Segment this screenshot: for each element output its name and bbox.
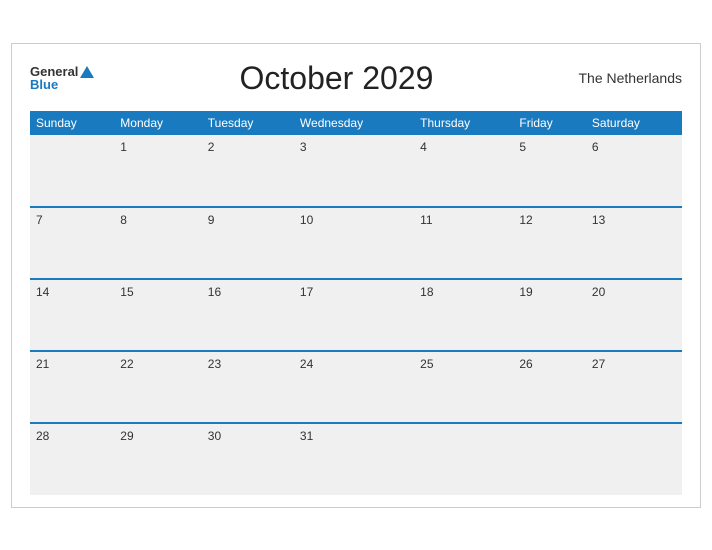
calendar-week-row: 78910111213 [30,207,682,279]
day-header-thursday: Thursday [414,111,513,135]
calendar-day-cell: 13 [586,207,682,279]
day-header-monday: Monday [114,111,202,135]
calendar-day-cell: 2 [202,135,294,207]
calendar-week-row: 14151617181920 [30,279,682,351]
calendar-day-cell: 6 [586,135,682,207]
calendar-day-cell: 31 [294,423,414,495]
calendar-day-cell: 30 [202,423,294,495]
calendar-day-cell [30,135,114,207]
calendar-day-cell: 27 [586,351,682,423]
calendar-day-cell [513,423,586,495]
day-header-saturday: Saturday [586,111,682,135]
calendar-day-cell: 7 [30,207,114,279]
calendar-day-cell: 8 [114,207,202,279]
calendar-day-cell: 26 [513,351,586,423]
calendar-day-cell: 19 [513,279,586,351]
calendar-day-cell: 18 [414,279,513,351]
calendar-day-cell: 24 [294,351,414,423]
calendar-day-cell: 10 [294,207,414,279]
calendar-grid: SundayMondayTuesdayWednesdayThursdayFrid… [30,111,682,495]
calendar-thead: SundayMondayTuesdayWednesdayThursdayFrid… [30,111,682,135]
logo: General Blue [30,65,94,91]
calendar-header-row: SundayMondayTuesdayWednesdayThursdayFrid… [30,111,682,135]
calendar-day-cell: 20 [586,279,682,351]
calendar-day-cell: 17 [294,279,414,351]
calendar-week-row: 21222324252627 [30,351,682,423]
calendar-day-cell: 16 [202,279,294,351]
calendar-day-cell: 1 [114,135,202,207]
calendar-day-cell: 21 [30,351,114,423]
day-header-wednesday: Wednesday [294,111,414,135]
calendar-wrapper: General Blue October 2029 The Netherland… [11,43,701,508]
calendar-day-cell: 23 [202,351,294,423]
calendar-day-cell: 11 [414,207,513,279]
calendar-country: The Netherlands [578,70,682,86]
calendar-week-row: 123456 [30,135,682,207]
calendar-day-cell: 25 [414,351,513,423]
logo-blue-text: Blue [30,78,58,91]
day-header-tuesday: Tuesday [202,111,294,135]
calendar-title: October 2029 [240,60,434,97]
day-header-sunday: Sunday [30,111,114,135]
calendar-day-cell [586,423,682,495]
calendar-day-cell [414,423,513,495]
calendar-header: General Blue October 2029 The Netherland… [30,60,682,97]
calendar-day-cell: 14 [30,279,114,351]
calendar-day-cell: 4 [414,135,513,207]
calendar-day-cell: 9 [202,207,294,279]
calendar-day-cell: 5 [513,135,586,207]
calendar-day-cell: 12 [513,207,586,279]
logo-triangle-icon [80,66,94,78]
calendar-day-cell: 29 [114,423,202,495]
calendar-day-cell: 3 [294,135,414,207]
calendar-tbody: 1234567891011121314151617181920212223242… [30,135,682,495]
calendar-day-cell: 22 [114,351,202,423]
calendar-week-row: 28293031 [30,423,682,495]
calendar-day-cell: 15 [114,279,202,351]
day-header-friday: Friday [513,111,586,135]
calendar-day-cell: 28 [30,423,114,495]
